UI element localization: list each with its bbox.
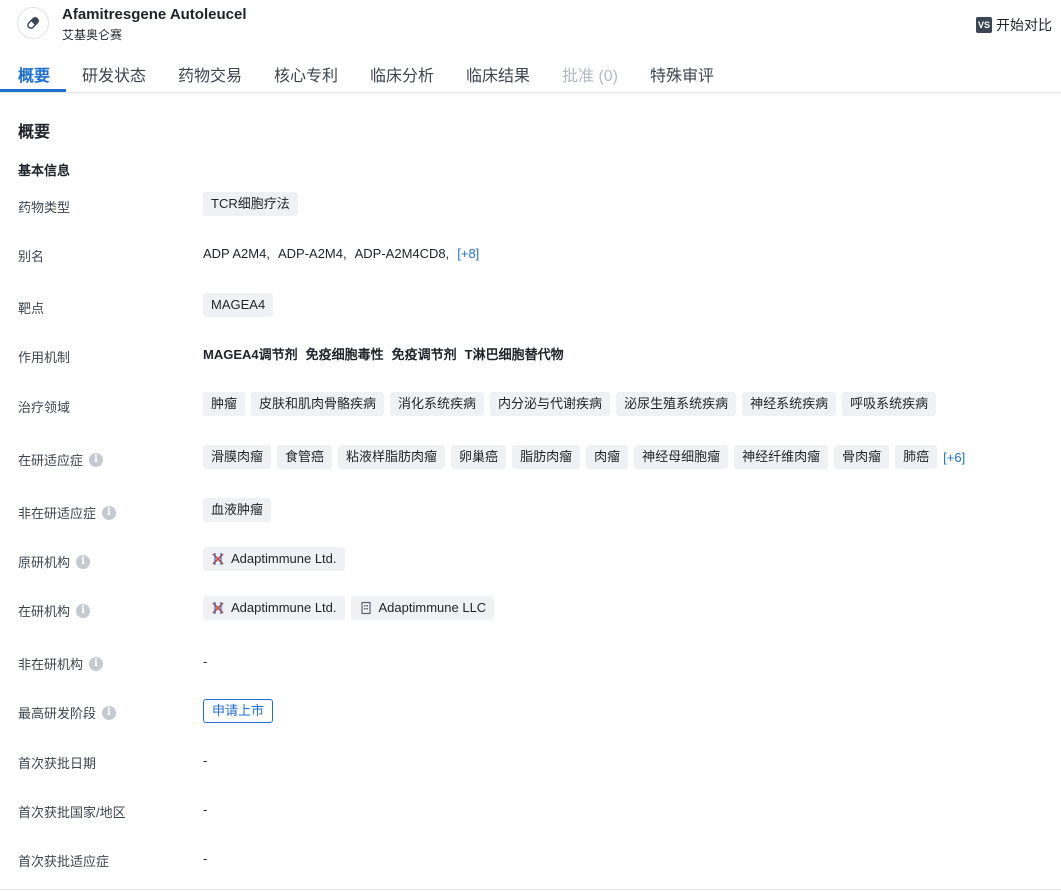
tab-rd-status[interactable]: 研发状态 xyxy=(82,62,146,86)
target-tag[interactable]: MAGEA4 xyxy=(203,293,274,317)
target-label: 靶点 xyxy=(18,301,45,316)
tab-bar: 概要 研发状态 药物交易 核心专利 临床分析 临床结果 批准 (0) 特殊审评 xyxy=(0,50,1061,93)
indications-more-link[interactable]: [+6] xyxy=(943,450,965,465)
indication-tag[interactable]: 神经母细胞瘤 xyxy=(634,445,729,469)
originator-value: Adaptimmune Ltd. xyxy=(203,547,351,571)
info-icon[interactable]: i xyxy=(102,705,117,720)
compare-label: 开始对比 xyxy=(996,17,1052,33)
inactive-indications-label: 非在研适应症 i xyxy=(18,503,117,522)
org-tag[interactable]: Adaptimmune Ltd. xyxy=(203,547,345,571)
alias-more-link[interactable]: [+8] xyxy=(457,246,479,261)
indication-tag[interactable]: 肺癌 xyxy=(895,445,938,469)
info-icon[interactable]: i xyxy=(76,554,91,569)
section-title: 概要 xyxy=(18,124,51,141)
info-icon[interactable]: i xyxy=(89,656,104,671)
adaptimmune-logo-icon xyxy=(211,601,225,615)
indication-tag[interactable]: 神经纤维肉瘤 xyxy=(734,445,829,469)
indication-tag[interactable]: 血液肿瘤 xyxy=(203,498,272,522)
start-compare-button[interactable]: VS 开始对比 xyxy=(976,15,1052,35)
alias-item: ADP-A2M4, xyxy=(277,246,347,261)
active-indications-value: 滑膜肉瘤 食管癌 粘液样脂肪肉瘤 卵巢癌 脂肪肉瘤 肉瘤 神经母细胞瘤 神经纤维… xyxy=(203,445,965,469)
info-icon[interactable]: i xyxy=(76,603,91,618)
mechanism-item: 免疫调节剂 xyxy=(391,347,457,362)
alias-item: ADP A2M4, xyxy=(203,246,270,261)
tab-core-patents[interactable]: 核心专利 xyxy=(274,62,338,86)
therapeutic-area-tag[interactable]: 神经系统疾病 xyxy=(742,392,837,416)
mechanism-value: MAGEA4调节剂 免疫细胞毒性 免疫调节剂 T淋巴细胞替代物 xyxy=(203,344,572,363)
first-approval-date-label: 首次获批日期 xyxy=(18,756,97,771)
first-approval-indication-value: - xyxy=(203,851,208,866)
indication-tag[interactable]: 脂肪肉瘤 xyxy=(512,445,581,469)
tab-clinical-analysis[interactable]: 临床分析 xyxy=(370,62,434,86)
inactive-indications-value: 血液肿瘤 xyxy=(203,498,277,522)
therapeutic-area-tag[interactable]: 皮肤和肌肉骨骼疾病 xyxy=(251,392,385,416)
tab-approvals: 批准 (0) xyxy=(562,68,619,85)
active-indications-label: 在研适应症 i xyxy=(18,450,104,469)
drug-header: Afamitresgene Autoleucel 艾基奥仑赛 VS 开始对比 xyxy=(0,0,1061,50)
mechanism-item: 免疫细胞毒性 xyxy=(305,347,384,362)
indication-tag[interactable]: 卵巢癌 xyxy=(451,445,507,469)
tab-special-review[interactable]: 特殊审评 xyxy=(650,62,714,86)
inactive-orgs-label: 非在研机构 i xyxy=(18,654,104,673)
active-tab-indicator xyxy=(0,89,66,92)
therapeutic-area-tag[interactable]: 内分泌与代谢疾病 xyxy=(490,392,611,416)
org-tag[interactable]: Adaptimmune Ltd. xyxy=(203,596,345,620)
alias-label: 别名 xyxy=(18,249,45,264)
alias-value: ADP A2M4, ADP-A2M4, ADP-A2M4CD8, [+8] xyxy=(203,246,479,261)
active-orgs-label: 在研机构 i xyxy=(18,601,91,620)
drug-type-label: 药物类型 xyxy=(18,200,71,215)
highest-phase-label: 最高研发阶段 i xyxy=(18,703,117,722)
pill-icon xyxy=(17,7,49,39)
indication-tag[interactable]: 食管癌 xyxy=(277,445,333,469)
first-approval-country-value: - xyxy=(203,802,208,817)
first-approval-country-label: 首次获批国家/地区 xyxy=(18,805,126,820)
alias-item: ADP-A2M4CD8, xyxy=(354,246,450,261)
org-tag[interactable]: Adaptimmune LLC xyxy=(350,596,495,620)
drug-subtitle: 艾基奥仑赛 xyxy=(62,28,123,42)
info-icon[interactable]: i xyxy=(102,505,117,520)
first-approval-date-value: - xyxy=(203,753,208,768)
inactive-orgs-value: - xyxy=(203,654,208,669)
therapeutic-area-value: 肿瘤 皮肤和肌肉骨骼疾病 消化系统疾病 内分泌与代谢疾病 泌尿生殖系统疾病 神经… xyxy=(203,392,942,416)
target-value: MAGEA4 xyxy=(203,293,279,317)
basic-info-title: 基本信息 xyxy=(18,163,71,178)
first-approval-indication-label: 首次获批适应症 xyxy=(18,854,110,869)
mechanism-item: T淋巴细胞替代物 xyxy=(464,347,564,362)
therapeutic-area-tag[interactable]: 泌尿生殖系统疾病 xyxy=(616,392,737,416)
drug-type-value: TCR细胞疗法 xyxy=(203,192,304,216)
info-icon[interactable]: i xyxy=(89,452,104,467)
originator-label: 原研机构 i xyxy=(18,552,91,571)
building-icon xyxy=(359,601,373,615)
tab-drug-deals[interactable]: 药物交易 xyxy=(178,62,242,86)
mechanism-item: MAGEA4调节剂 xyxy=(203,347,298,362)
tab-overview[interactable]: 概要 xyxy=(18,62,50,86)
active-orgs-value: Adaptimmune Ltd. Adaptimmune LLC xyxy=(203,596,500,620)
phase-badge[interactable]: 申请上市 xyxy=(203,699,274,723)
adaptimmune-logo-icon xyxy=(211,552,225,566)
bottom-divider xyxy=(0,889,1061,890)
therapeutic-area-label: 治疗领域 xyxy=(18,400,71,415)
therapeutic-area-tag[interactable]: 消化系统疾病 xyxy=(390,392,485,416)
highest-phase-value: 申请上市 xyxy=(203,699,274,723)
mechanism-label: 作用机制 xyxy=(18,350,71,365)
indication-tag[interactable]: 骨肉瘤 xyxy=(834,445,890,469)
indication-tag[interactable]: 粘液样脂肪肉瘤 xyxy=(338,445,446,469)
drug-type-tag: TCR细胞疗法 xyxy=(203,192,298,216)
indication-tag[interactable]: 肉瘤 xyxy=(586,445,629,469)
tab-clinical-results[interactable]: 临床结果 xyxy=(466,62,530,86)
vs-icon: VS xyxy=(976,17,992,33)
indication-tag[interactable]: 滑膜肉瘤 xyxy=(203,445,272,469)
therapeutic-area-tag[interactable]: 肿瘤 xyxy=(203,392,246,416)
drug-title: Afamitresgene Autoleucel xyxy=(62,6,247,23)
therapeutic-area-tag[interactable]: 呼吸系统疾病 xyxy=(842,392,937,416)
